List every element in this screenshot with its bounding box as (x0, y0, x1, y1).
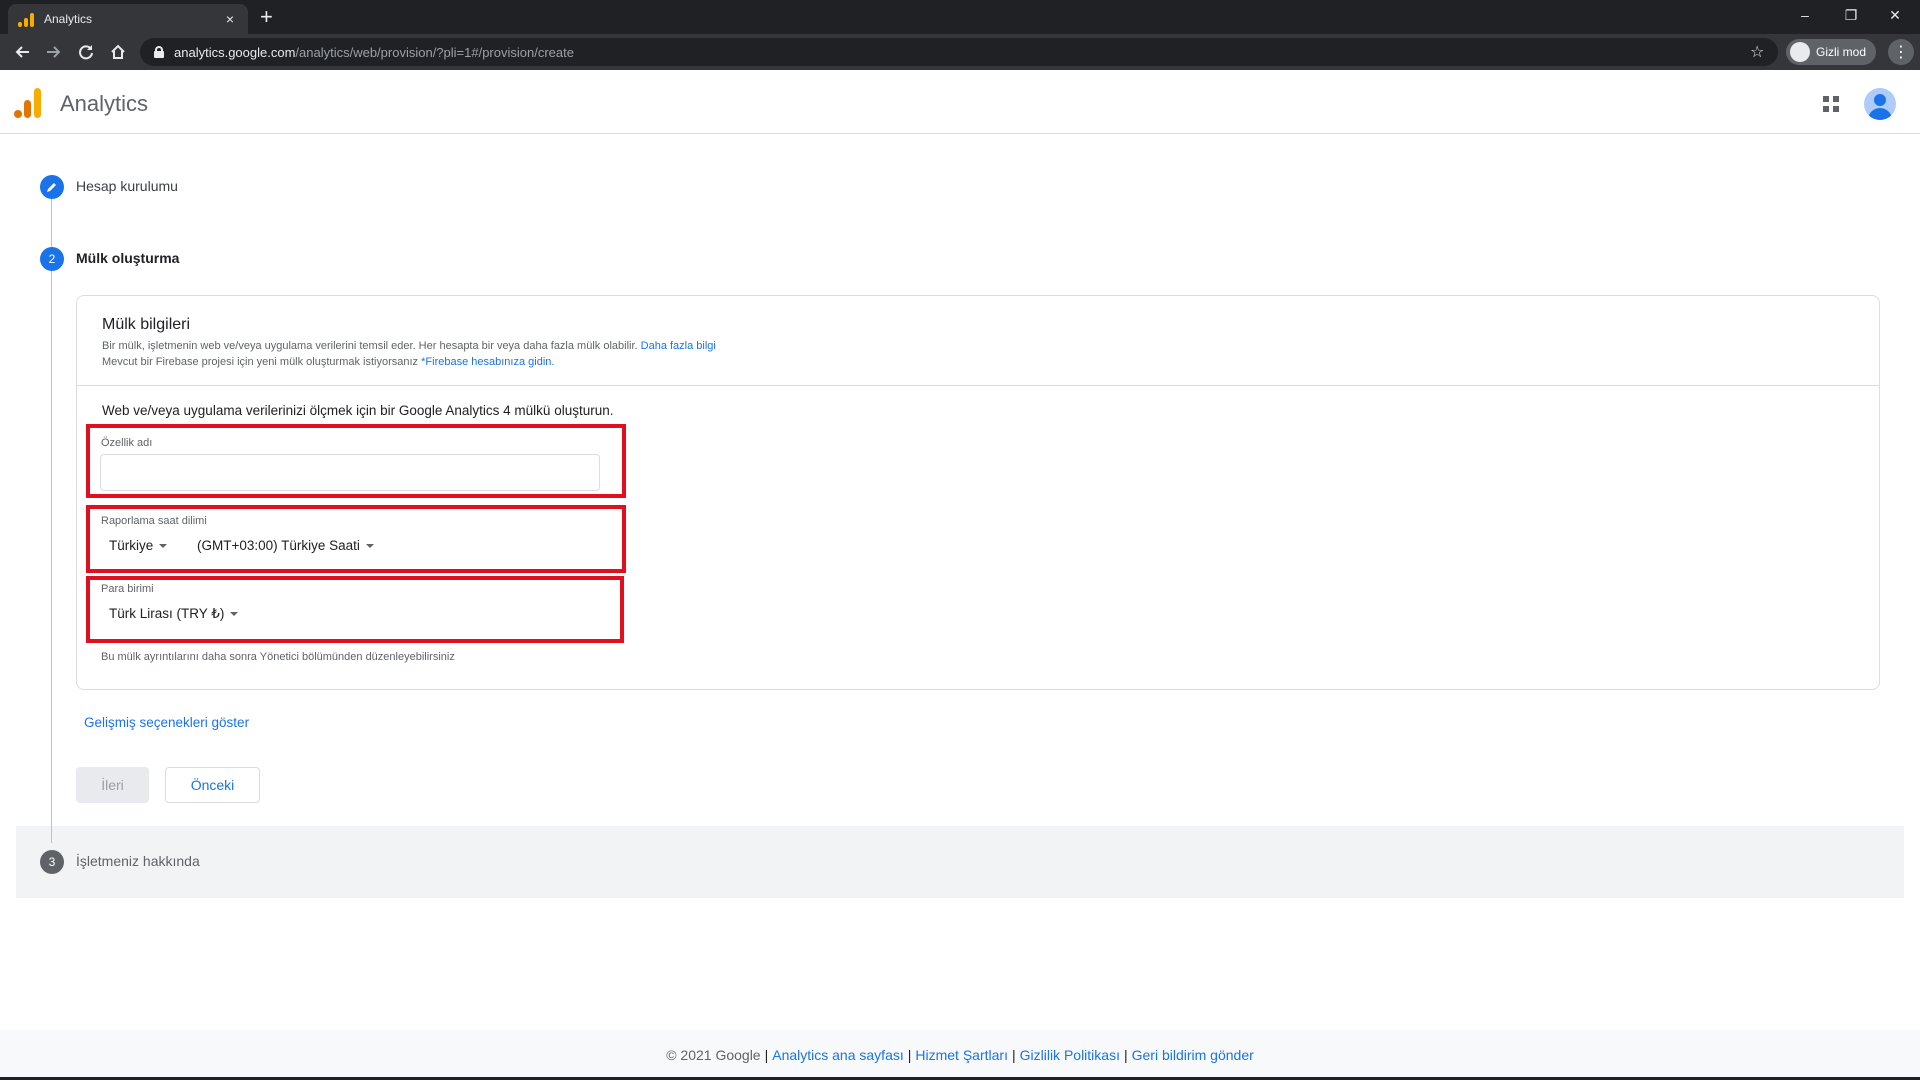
footer-link-privacy[interactable]: Gizlilik Politikası (1020, 1047, 1120, 1063)
tab-title: Analytics (44, 12, 93, 26)
card-description: Bir mülk, işletmenin web ve/veya uygulam… (102, 338, 716, 370)
learn-more-link[interactable]: Daha fazla bilgi (641, 340, 716, 352)
footer-link-analytics-home[interactable]: Analytics ana sayfası (772, 1047, 904, 1063)
next-button[interactable]: İleri (76, 767, 149, 803)
window-close-button[interactable]: ✕ (1872, 0, 1918, 30)
new-tab-button[interactable]: + (260, 5, 273, 29)
show-advanced-options-link[interactable]: Gelişmiş seçenekleri göster (84, 715, 249, 730)
desc-line-2: Mevcut bir Firebase projesi için yeni mü… (102, 356, 419, 368)
apps-grid-icon[interactable] (1823, 96, 1839, 112)
back-arrow-icon[interactable] (10, 40, 34, 64)
edit-later-hint: Bu mülk ayrıntılarını daha sonra Yönetic… (101, 651, 455, 663)
account-avatar[interactable] (1864, 88, 1896, 120)
browser-menu-icon[interactable]: ⋮ (1888, 39, 1914, 65)
step-3-label: İşletmeniz hakkında (76, 853, 200, 869)
currency-select[interactable]: Türk Lirası (TRY ₺) (109, 606, 239, 622)
minimize-button[interactable]: – (1782, 0, 1828, 30)
footer-link-terms[interactable]: Hizmet Şartları (915, 1047, 1008, 1063)
lock-icon (154, 46, 164, 58)
url-host: analytics.google.com (174, 44, 296, 60)
page-footer: © 2021 Google | Analytics ana sayfası | Hi… (0, 1030, 1920, 1080)
firebase-link[interactable]: *Firebase hesabınıza gidin. (421, 356, 554, 368)
copyright: © 2021 Google (666, 1047, 761, 1063)
timezone-select[interactable]: (GMT+03:00) Türkiye Saati (197, 538, 374, 553)
analytics-logo-icon[interactable] (14, 88, 42, 118)
timezone-label: Raporlama saat dilimi (101, 515, 207, 527)
card-intro: Web ve/veya uygulama verilerinizi ölçmek… (102, 403, 614, 418)
incognito-label: Gizli mod (1816, 45, 1867, 59)
url-path: /analytics/web/provision/?pli=1#/provisi… (295, 44, 574, 60)
property-name-label: Özellik adı (101, 437, 153, 449)
step-3-number: 3 (40, 850, 64, 874)
footer-link-feedback[interactable]: Geri bildirim gönder (1132, 1047, 1254, 1063)
bookmark-star-icon[interactable]: ☆ (1750, 42, 1764, 62)
currency-label: Para birimi (101, 583, 154, 595)
step-1-label[interactable]: Hesap kurulumu (76, 178, 178, 194)
forward-arrow-icon[interactable] (42, 40, 66, 64)
timezone-value: (GMT+03:00) Türkiye Saati (197, 538, 360, 553)
incognito-icon (1790, 42, 1810, 62)
previous-button[interactable]: Önceki (165, 767, 260, 803)
browser-toolbar: analytics.google.com/analytics/web/provi… (0, 34, 1920, 70)
restore-button[interactable]: ❐ (1828, 0, 1874, 30)
step-2-label: Mülk oluşturma (76, 250, 180, 266)
currency-value: Türk Lirası (TRY ₺) (109, 606, 225, 621)
browser-tab[interactable]: Analytics × (8, 4, 248, 34)
address-bar[interactable]: analytics.google.com/analytics/web/provi… (140, 38, 1778, 66)
card-header: Mülk bilgileri Bir mülk, işletmenin web … (77, 296, 1879, 386)
edit-pencil-icon[interactable] (40, 175, 64, 199)
step-3-panel (16, 826, 1904, 898)
incognito-badge[interactable]: Gizli mod (1786, 39, 1876, 65)
country-value: Türkiye (109, 538, 154, 553)
reload-icon[interactable] (74, 40, 98, 64)
desc-line-1: Bir mülk, işletmenin web ve/veya uygulam… (102, 340, 638, 352)
chevron-down-icon (230, 612, 239, 616)
home-icon[interactable] (106, 40, 130, 64)
property-name-input[interactable] (100, 454, 600, 491)
country-select[interactable]: Türkiye (109, 538, 168, 553)
chevron-down-icon (159, 543, 168, 548)
card-title: Mülk bilgileri (102, 316, 191, 333)
app-header: Analytics (0, 70, 1920, 134)
step-2-number: 2 (40, 247, 64, 271)
analytics-favicon-icon (18, 11, 34, 27)
stepper-line (51, 195, 52, 843)
browser-tabstrip: Analytics × + – ❐ ✕ (0, 0, 1920, 34)
app-name: Analytics (60, 91, 149, 116)
chevron-down-icon (365, 543, 374, 548)
tab-close-icon[interactable]: × (222, 11, 238, 27)
